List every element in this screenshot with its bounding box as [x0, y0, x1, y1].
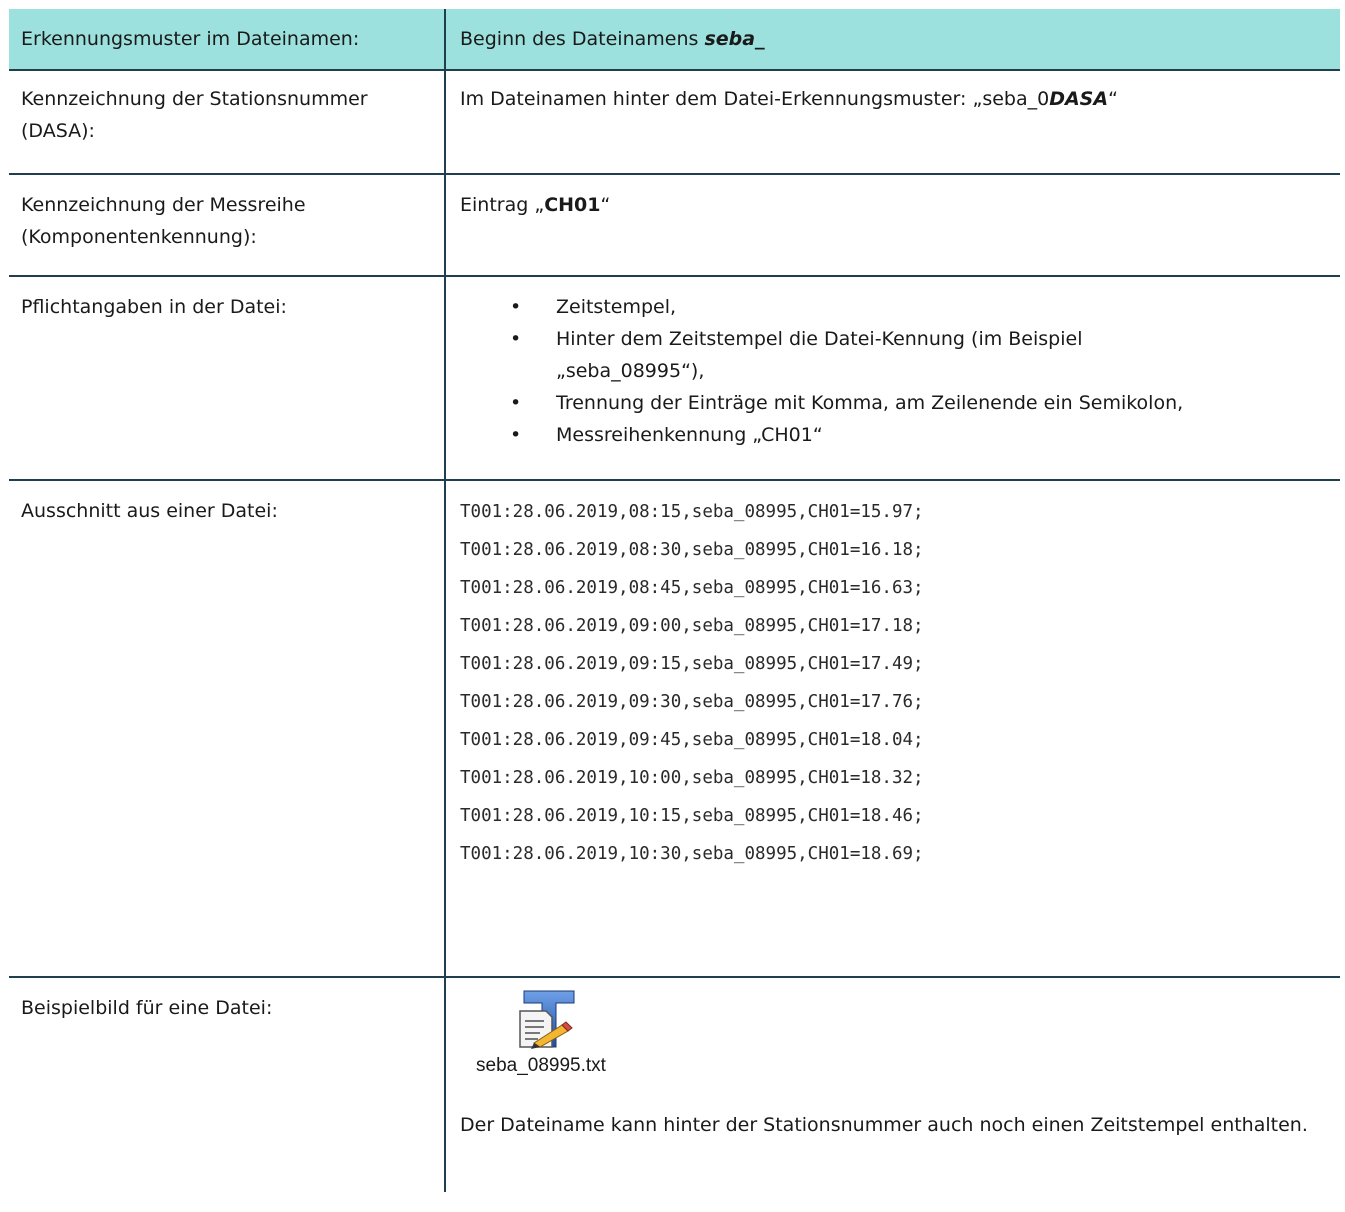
series-value-suffix: “	[600, 194, 611, 216]
list-item-text-cont: „seba_08995“),	[556, 360, 705, 382]
bullet: •	[510, 296, 522, 318]
table-row-example: Beispielbild für eine Datei: seba_08995.…	[9, 978, 1340, 1192]
bullet: •	[510, 328, 522, 350]
list-item: • Trennung der Einträge mit Komma, am Zei…	[460, 387, 1340, 419]
list-item: • Messreihenkennung „CH01“	[460, 419, 1340, 451]
text-file-icon	[510, 989, 580, 1049]
code-line: T001:28.06.2019,09:45,seba_08995,CH01=18…	[460, 730, 924, 750]
station-value-text: Im Dateinamen hinter dem Datei-Erkennung…	[460, 88, 1050, 110]
list-item-text: Messreihenkennung „CH01“	[556, 424, 823, 446]
series-value-cell: Eintrag „CH01“	[444, 175, 1340, 275]
pattern-value-text: Beginn des Dateinamens	[460, 28, 705, 50]
code-line: T001:28.06.2019,08:15,seba_08995,CH01=15…	[460, 502, 924, 522]
bullet: •	[510, 392, 522, 414]
pattern-label-cell: Erkennungsmuster im Dateinamen:	[9, 9, 444, 69]
pattern-label: Erkennungsmuster im Dateinamen:	[21, 28, 360, 50]
example-label: Beispielbild für eine Datei:	[21, 997, 273, 1019]
series-value-emph: CH01	[544, 194, 601, 216]
code-line: T001:28.06.2019,08:30,seba_08995,CH01=16…	[460, 540, 924, 560]
series-value-text: Eintrag „	[460, 194, 545, 216]
table-row-pattern: Erkennungsmuster im Dateinamen: Beginn d…	[9, 9, 1340, 71]
code-line: T001:28.06.2019,10:00,seba_08995,CH01=18…	[460, 768, 924, 788]
series-label-line2: (Komponentenkennung):	[21, 226, 257, 248]
file-format-table: Erkennungsmuster im Dateinamen: Beginn d…	[9, 9, 1340, 1192]
code-line: T001:28.06.2019,10:30,seba_08995,CH01=18…	[460, 844, 924, 864]
bullet: •	[510, 424, 522, 446]
list-item: • Hinter dem Zeitstempel die Datei-Kennun…	[460, 323, 1340, 387]
list-item: • Zeitstempel,	[460, 291, 1340, 323]
mandatory-value-cell: • Zeitstempel, • Hinter dem Zeitstempel di…	[444, 277, 1340, 479]
example-filename: seba_08995.txt	[476, 1055, 606, 1076]
code-line: T001:28.06.2019,09:30,seba_08995,CH01=17…	[460, 692, 924, 712]
station-value-cell: Im Dateinamen hinter dem Datei-Erkennung…	[444, 71, 1340, 173]
pattern-value-emph: seba_	[704, 28, 765, 50]
table-row-series: Kennzeichnung der Messreihe (Komponenten…	[9, 175, 1340, 277]
station-value-suffix: “	[1108, 88, 1118, 110]
list-item-text: Trennung der Einträge mit Komma, am Zeil…	[556, 392, 1184, 414]
example-note: Der Dateiname kann hinter der Stationsnu…	[460, 1114, 1308, 1136]
excerpt-label-cell: Ausschnitt aus einer Datei:	[9, 481, 444, 976]
list-item-text: Zeitstempel,	[556, 296, 677, 318]
code-line: T001:28.06.2019,08:45,seba_08995,CH01=16…	[460, 578, 924, 598]
excerpt-code-cell: T001:28.06.2019,08:15,seba_08995,CH01=15…	[444, 481, 1340, 976]
table-row-mandatory: Pflichtangaben in der Datei: • Zeitstempe…	[9, 277, 1340, 481]
example-value-cell: seba_08995.txt Der Dateiname kann hinter…	[444, 978, 1340, 1192]
mandatory-label: Pflichtangaben in der Datei:	[21, 296, 287, 318]
series-label-cell: Kennzeichnung der Messreihe (Komponenten…	[9, 175, 444, 275]
example-label-cell: Beispielbild für eine Datei:	[9, 978, 444, 1192]
table-row-station: Kennzeichnung der Stationsnummer (DASA):…	[9, 71, 1340, 175]
station-value-emph: DASA	[1049, 88, 1109, 110]
list-item-text: Hinter dem Zeitstempel die Datei-Kennung…	[556, 328, 1083, 350]
series-label-line1: Kennzeichnung der Messreihe	[21, 194, 306, 216]
code-line: T001:28.06.2019,09:15,seba_08995,CH01=17…	[460, 654, 924, 674]
station-label-cell: Kennzeichnung der Stationsnummer (DASA):	[9, 71, 444, 173]
pattern-value-cell: Beginn des Dateinamens seba_	[444, 9, 1340, 69]
station-label-line2: (DASA):	[21, 120, 95, 142]
code-line: T001:28.06.2019,10:15,seba_08995,CH01=18…	[460, 806, 924, 826]
excerpt-label: Ausschnitt aus einer Datei:	[21, 500, 278, 522]
table-row-excerpt: Ausschnitt aus einer Datei: T001:28.06.2…	[9, 481, 1340, 978]
mandatory-label-cell: Pflichtangaben in der Datei:	[9, 277, 444, 479]
station-label-line1: Kennzeichnung der Stationsnummer	[21, 88, 368, 110]
code-line: T001:28.06.2019,09:00,seba_08995,CH01=17…	[460, 616, 924, 636]
mandatory-list: • Zeitstempel, • Hinter dem Zeitstempel di…	[460, 291, 1340, 451]
